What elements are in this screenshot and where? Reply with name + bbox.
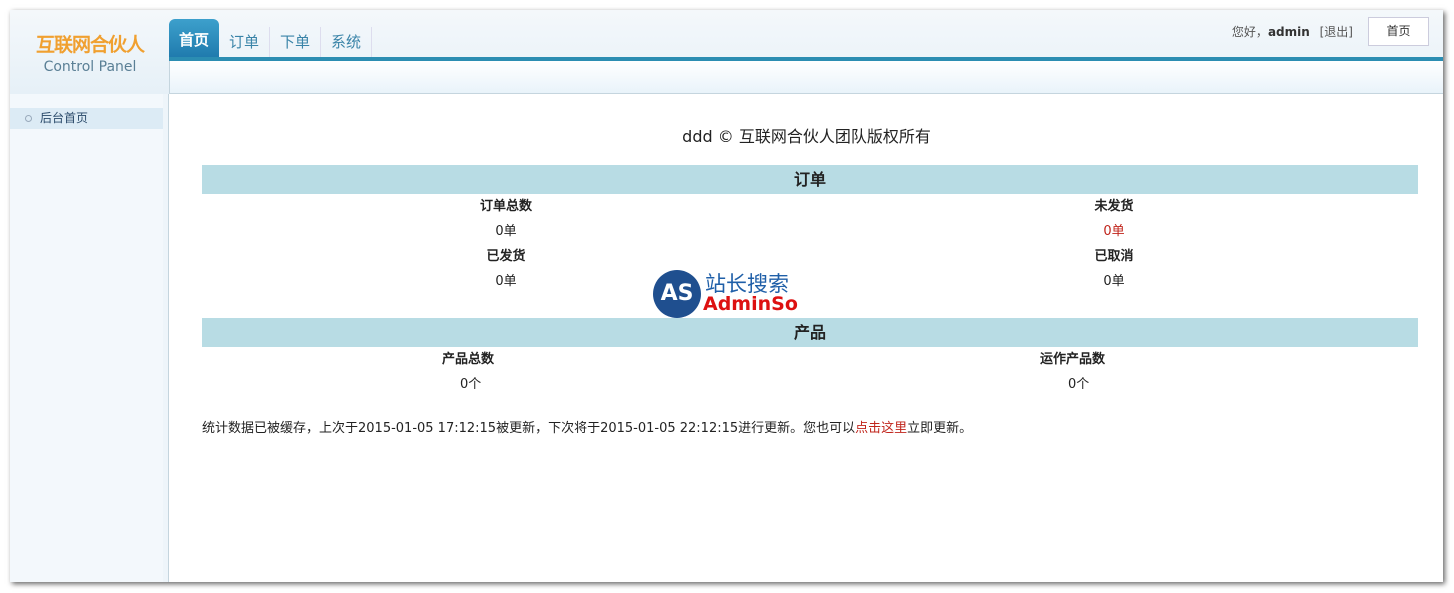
logo-subtitle: Control Panel (43, 59, 137, 75)
section-title: 订单 (202, 165, 1418, 194)
stat-label: 运作产品数 (1040, 352, 1106, 367)
top-nav: 首页 订单 下单 系统 (169, 19, 373, 59)
stat-value[interactable]: 0单 (810, 219, 1418, 244)
tab-home[interactable]: 首页 (169, 19, 220, 59)
sidebar: 后台首页 (10, 94, 169, 582)
stat-value: 0单 (1103, 274, 1125, 289)
stat-label: 已取消 (1094, 249, 1134, 264)
home-button[interactable]: 首页 (1368, 17, 1429, 46)
main-content: ddd © 互联网合伙人团队版权所有 订单 订单总数 未发货 0单 0单 已发货… (170, 95, 1443, 582)
products-section: 产品 产品总数 运作产品数 0个 0个 (202, 318, 1418, 397)
stat-value: 0单 (495, 274, 517, 289)
sub-toolbar (169, 61, 1443, 94)
stat-value: 0个 (1068, 377, 1090, 392)
tab-system[interactable]: 系统 (321, 27, 373, 59)
user-info: 您好，admin [退出] (1232, 23, 1353, 40)
logout-link[interactable]: [退出] (1320, 25, 1353, 39)
greeting: 您好， (1231, 25, 1268, 39)
stat-label: 未发货 (1094, 199, 1134, 214)
circle-bullet-icon (25, 115, 32, 122)
refresh-link[interactable]: 点击这里 (855, 421, 907, 436)
copyright: ddd © 互联网合伙人团队版权所有 (682, 127, 931, 146)
orders-section: 订单 订单总数 未发货 0单 0单 已发货 已取消 0单 0单 (202, 165, 1418, 294)
stat-value: 0个 (460, 377, 482, 392)
logo-title: 互联网合伙人 (35, 34, 145, 56)
stat-value: 0单 (495, 224, 517, 239)
username: admin (1267, 25, 1310, 39)
tab-place-order[interactable]: 下单 (270, 27, 322, 59)
section-title: 产品 (202, 318, 1418, 347)
stat-label: 产品总数 (442, 352, 495, 367)
logo: 互联网合伙人 Control Panel (10, 10, 170, 94)
stat-label: 已发货 (486, 249, 526, 264)
app-window: 互联网合伙人 Control Panel 首页 订单 下单 系统 您好，admi… (10, 10, 1443, 582)
sidebar-item-dashboard[interactable]: 后台首页 (10, 108, 163, 129)
tab-orders[interactable]: 订单 (219, 27, 271, 59)
header: 互联网合伙人 Control Panel 首页 订单 下单 系统 您好，admi… (10, 10, 1443, 94)
stat-label: 订单总数 (479, 199, 532, 214)
sidebar-item-label: 后台首页 (40, 111, 89, 125)
cache-note: 统计数据已被缓存，上次于2015-01-05 17:12:15被更新，下次将于2… (202, 421, 973, 436)
